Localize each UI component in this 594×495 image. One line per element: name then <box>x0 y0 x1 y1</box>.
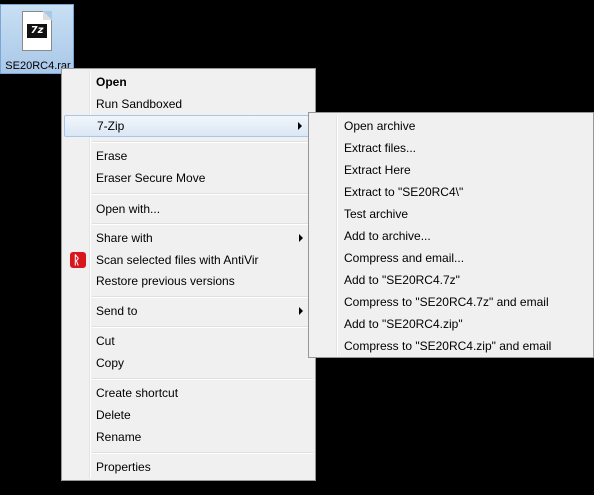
submenu-item-open-archive[interactable]: Open archive <box>311 115 591 137</box>
menu-item-erase[interactable]: Erase <box>64 145 313 167</box>
submenu-item-test-archive[interactable]: Test archive <box>311 203 591 225</box>
chevron-right-icon <box>298 122 302 130</box>
menu-item-copy[interactable]: Copy <box>64 352 313 374</box>
submenu-item-compress-and-email[interactable]: Compress and email... <box>311 247 591 269</box>
menu-item-run-sandboxed[interactable]: Run Sandboxed <box>64 93 313 115</box>
menu-item-cut[interactable]: Cut <box>64 330 313 352</box>
submenu-item-add-to-archive[interactable]: Add to archive... <box>311 225 591 247</box>
menu-item-label: Send to <box>96 304 138 318</box>
chevron-right-icon <box>299 234 303 242</box>
menu-separator <box>92 223 313 225</box>
menu-item-scan-antivir[interactable]: ᚱ Scan selected files with AntiVir <box>64 249 313 271</box>
menu-separator <box>92 326 313 328</box>
submenu-item-extract-files[interactable]: Extract files... <box>311 137 591 159</box>
7z-badge: 7z <box>27 24 47 38</box>
menu-separator <box>92 141 313 143</box>
submenu-item-compress-zip-email[interactable]: Compress to "SE20RC4.zip" and email <box>311 335 591 357</box>
menu-item-share-with[interactable]: Share with <box>64 227 313 249</box>
menu-item-open[interactable]: Open <box>64 71 313 93</box>
page-fold <box>43 11 52 20</box>
menu-item-open-with[interactable]: Open with... <box>64 198 313 220</box>
context-menu: Open Run Sandboxed 7-Zip Erase Eraser Se… <box>61 68 316 481</box>
menu-item-delete[interactable]: Delete <box>64 404 313 426</box>
submenu-item-add-to-7z[interactable]: Add to "SE20RC4.7z" <box>311 269 591 291</box>
submenu-item-extract-to[interactable]: Extract to "SE20RC4\" <box>311 181 591 203</box>
menu-item-label: 7-Zip <box>97 119 125 133</box>
submenu-item-add-to-zip[interactable]: Add to "SE20RC4.zip" <box>311 313 591 335</box>
menu-item-label: Share with <box>96 231 153 245</box>
submenu-item-compress-7z-email[interactable]: Compress to "SE20RC4.7z" and email <box>311 291 591 313</box>
menu-separator <box>92 452 313 454</box>
menu-item-create-shortcut[interactable]: Create shortcut <box>64 382 313 404</box>
menu-separator <box>92 378 313 380</box>
menu-item-properties[interactable]: Properties <box>64 456 313 478</box>
menu-item-eraser-secure-move[interactable]: Eraser Secure Move <box>64 167 313 189</box>
7zip-submenu: Open archive Extract files... Extract He… <box>308 112 594 358</box>
menu-separator <box>92 193 313 195</box>
menu-item-label: Scan selected files with AntiVir <box>96 253 259 267</box>
menu-item-7zip[interactable]: 7-Zip <box>64 115 313 137</box>
7z-archive-icon: 7z <box>22 11 52 51</box>
desktop-file-selected[interactable]: 7z SE20RC4.rar <box>0 4 74 74</box>
menu-separator <box>92 296 313 298</box>
menu-item-rename[interactable]: Rename <box>64 426 313 448</box>
menu-item-restore-previous-versions[interactable]: Restore previous versions <box>64 270 313 292</box>
antivir-umbrella-icon: ᚱ <box>70 252 86 268</box>
submenu-item-extract-here[interactable]: Extract Here <box>311 159 591 181</box>
chevron-right-icon <box>299 307 303 315</box>
menu-item-send-to[interactable]: Send to <box>64 300 313 322</box>
